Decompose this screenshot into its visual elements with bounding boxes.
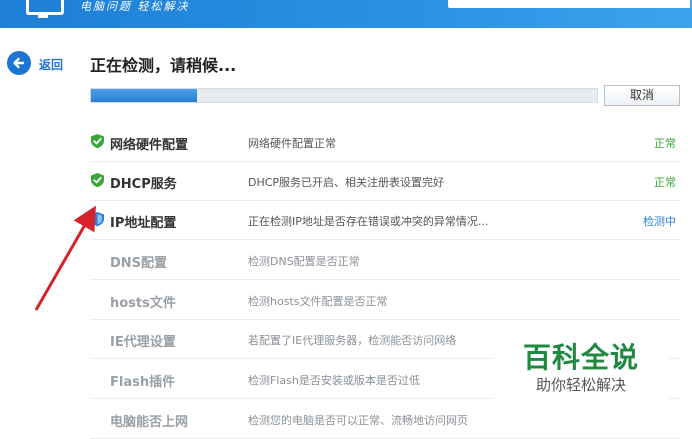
watermark-badge: 百科全说 助你轻松解决 — [494, 322, 668, 406]
watermark-title: 百科全说 — [522, 341, 639, 374]
watermark-subtitle: 助你轻松解决 — [535, 376, 626, 394]
